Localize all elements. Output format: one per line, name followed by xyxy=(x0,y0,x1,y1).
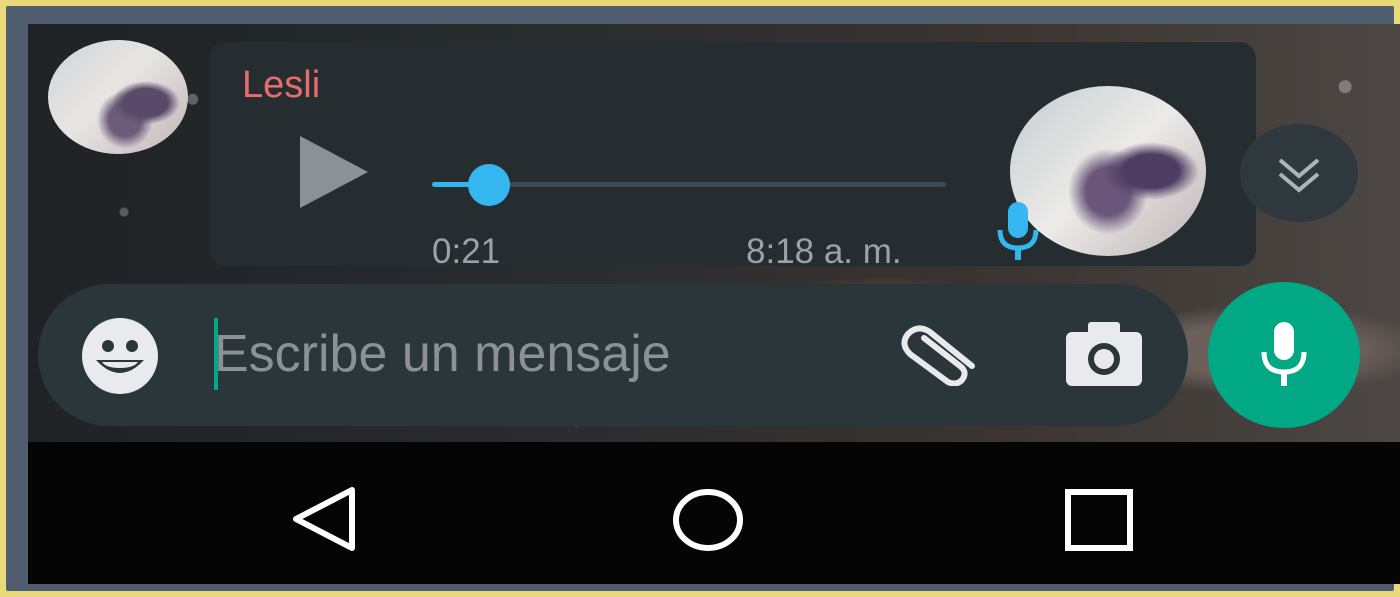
play-icon[interactable] xyxy=(292,132,372,212)
sender-avatar[interactable] xyxy=(48,40,188,154)
triangle-back-icon[interactable] xyxy=(290,486,358,552)
circle-home-icon[interactable] xyxy=(672,488,744,552)
message-time: 8:18 a. m. xyxy=(746,232,902,271)
camera-icon[interactable] xyxy=(1064,320,1144,388)
square-recents-icon[interactable] xyxy=(1064,488,1134,552)
sender-name: Lesli xyxy=(242,64,321,106)
emoji-icon[interactable] xyxy=(80,316,160,396)
double-chevron-down-icon xyxy=(1278,158,1320,193)
message-input[interactable] xyxy=(214,312,854,396)
android-navigation-bar xyxy=(28,442,1400,584)
send-voice-button[interactable] xyxy=(1208,282,1360,428)
mic-icon xyxy=(997,202,1039,260)
voice-message-bubble[interactable]: Lesli 0:21 8:18 a. m. xyxy=(210,42,1256,271)
phone-screen: Lesli 0:21 8:18 a. m. xyxy=(28,24,1400,584)
audio-duration: 0:21 xyxy=(432,232,501,271)
audio-seek-handle[interactable] xyxy=(467,164,510,206)
audio-seek-bar[interactable] xyxy=(432,164,946,206)
scroll-to-bottom-button[interactable] xyxy=(1240,124,1358,222)
mic-icon xyxy=(1261,322,1307,386)
paperclip-icon[interactable] xyxy=(890,322,982,386)
message-composer xyxy=(38,284,1188,426)
